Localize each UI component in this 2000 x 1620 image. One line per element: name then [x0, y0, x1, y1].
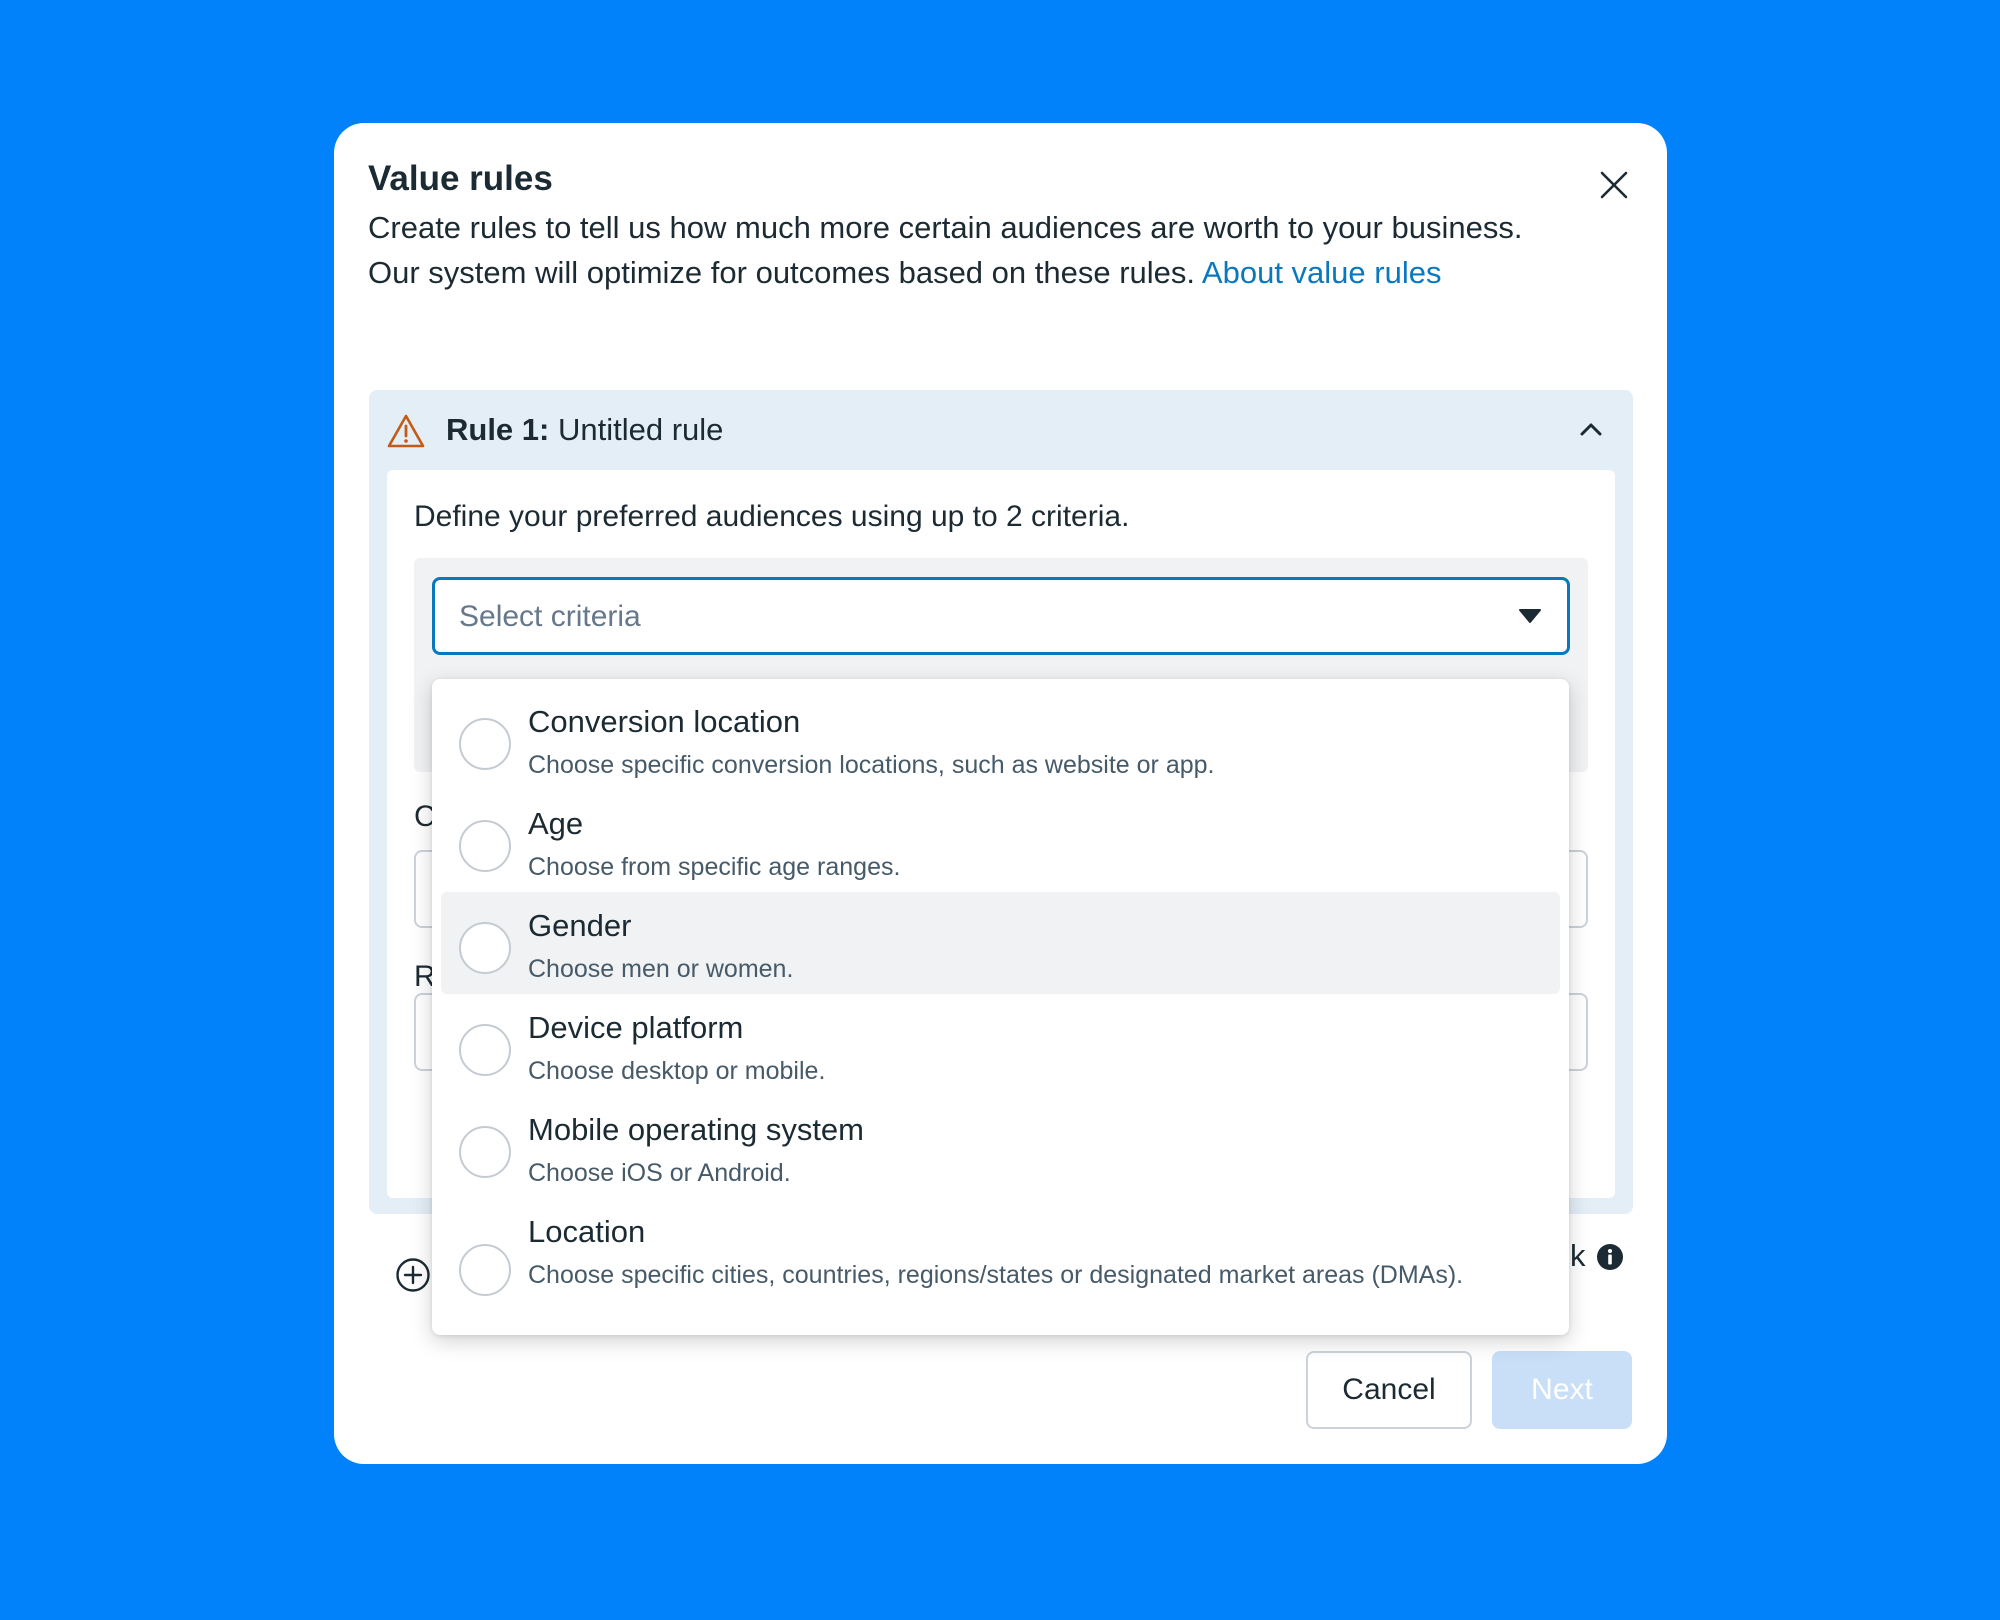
hidden-label-text: k: [1570, 1238, 1586, 1273]
warning-icon: [387, 414, 425, 448]
option-conversion-location[interactable]: Conversion location Choose specific conv…: [441, 688, 1560, 790]
define-audiences-text: Define your preferred audiences using up…: [414, 500, 1130, 533]
about-value-rules-link[interactable]: About value rules: [1202, 255, 1442, 290]
caret-down-icon: [1519, 609, 1541, 623]
option-label: Location: [528, 1214, 646, 1249]
option-description: Choose specific cities, countries, regio…: [528, 1261, 1464, 1289]
cancel-button[interactable]: Cancel: [1306, 1351, 1472, 1429]
option-label: Age: [528, 806, 584, 841]
option-description: Choose men or women.: [528, 955, 794, 983]
radio-button[interactable]: [459, 922, 511, 974]
rule-header[interactable]: Rule 1: Untitled rule: [369, 390, 1633, 470]
radio-button[interactable]: [459, 820, 511, 872]
option-description: Choose from specific age ranges.: [528, 853, 901, 881]
add-rule-plus-icon[interactable]: [395, 1257, 431, 1293]
radio-button[interactable]: [459, 1126, 511, 1178]
option-location[interactable]: Location Choose specific cities, countri…: [441, 1198, 1560, 1326]
option-label: Gender: [528, 908, 632, 943]
modal-description: Create rules to tell us how much more ce…: [368, 210, 1523, 290]
criteria-options-menu: Conversion location Choose specific conv…: [432, 679, 1569, 1335]
option-age[interactable]: Age Choose from specific age ranges.: [441, 790, 1560, 892]
next-button[interactable]: Next: [1492, 1351, 1632, 1429]
info-icon[interactable]: [1596, 1243, 1624, 1271]
select-criteria-dropdown[interactable]: Select criteria: [432, 577, 1570, 655]
select-criteria-placeholder: Select criteria: [459, 600, 641, 633]
radio-button[interactable]: [459, 1024, 511, 1076]
chevron-up-icon[interactable]: [1577, 416, 1605, 444]
radio-button[interactable]: [459, 1244, 511, 1296]
option-label: Device platform: [528, 1010, 744, 1045]
option-gender[interactable]: Gender Choose men or women.: [441, 892, 1560, 994]
option-mobile-operating-system[interactable]: Mobile operating system Choose iOS or An…: [441, 1096, 1560, 1198]
option-description: Choose iOS or Android.: [528, 1159, 791, 1187]
option-description: Choose specific conversion locations, su…: [528, 751, 1215, 779]
close-icon: [1600, 171, 1628, 199]
modal-title: Value rules: [368, 159, 553, 198]
rule-title: Rule 1: Untitled rule: [446, 412, 724, 447]
option-label: Conversion location: [528, 704, 801, 739]
radio-button[interactable]: [459, 718, 511, 770]
option-description: Choose desktop or mobile.: [528, 1057, 826, 1085]
option-device-platform[interactable]: Device platform Choose desktop or mobile…: [441, 994, 1560, 1096]
close-button[interactable]: [1588, 159, 1640, 211]
option-label: Mobile operating system: [528, 1112, 864, 1147]
